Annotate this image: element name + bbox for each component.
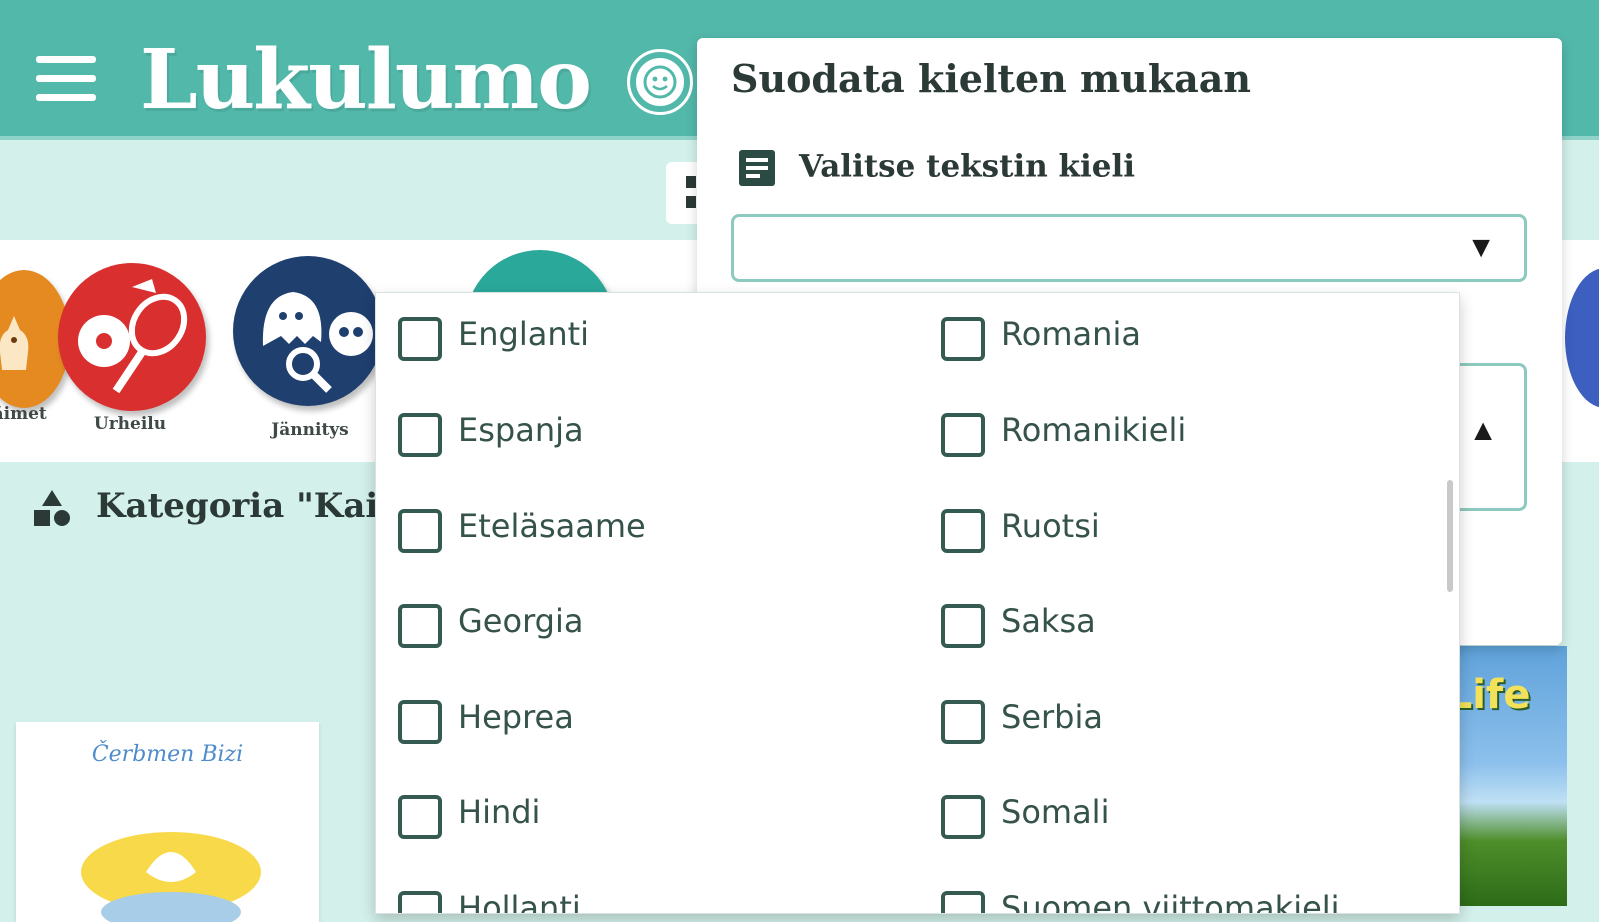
checkbox[interactable]	[398, 317, 442, 361]
checkbox[interactable]	[941, 509, 985, 553]
category-heading: Kategoria "Kai	[30, 486, 378, 528]
document-icon	[739, 150, 775, 186]
checkbox[interactable]	[398, 795, 442, 839]
option-label: Espanja	[458, 411, 584, 449]
category-label: Urheilu	[93, 414, 167, 434]
shapes-icon	[34, 490, 70, 526]
chevron-down-icon: ▼	[1466, 231, 1496, 264]
menu-icon[interactable]	[36, 56, 96, 108]
checkbox[interactable]	[941, 795, 985, 839]
option-label: Somali	[1001, 793, 1110, 831]
book-cover-illustration	[81, 832, 261, 922]
language-options-list[interactable]: Englanti Espanja Eteläsaame Georgia Hepr…	[375, 292, 1460, 914]
option-label: Georgia	[458, 602, 584, 640]
option-label: Saksa	[1001, 602, 1096, 640]
checkbox[interactable]	[398, 891, 442, 913]
checkbox[interactable]	[398, 413, 442, 457]
option-label: Ruotsi	[1001, 507, 1100, 545]
panel-title: Suodata kielten mukaan	[731, 56, 1252, 101]
option-label: Heprea	[458, 698, 574, 736]
category-sports-icon[interactable]	[58, 263, 206, 411]
checkbox[interactable]	[941, 700, 985, 744]
checkbox[interactable]	[398, 604, 442, 648]
checkbox[interactable]	[941, 413, 985, 457]
option-label: Englanti	[458, 315, 590, 353]
category-thriller-icon[interactable]	[233, 256, 383, 406]
option-label: Suomen viittomakieli	[1001, 889, 1340, 914]
checkbox[interactable]	[398, 700, 442, 744]
chevron-up-icon: ▲	[1468, 414, 1498, 447]
checkbox[interactable]	[941, 317, 985, 361]
text-language-label-text: Valitse tekstin kieli	[799, 148, 1136, 185]
site-logo[interactable]: Lukulumo	[140, 32, 592, 128]
category-label: Jännitys	[271, 420, 349, 440]
option-label: Romania	[1001, 315, 1141, 353]
option-label: Romanikieli	[1001, 411, 1187, 449]
option-label: Eteläsaame	[458, 507, 646, 545]
category-label: Eläimet	[0, 404, 47, 424]
option-label: Hollanti	[458, 889, 581, 914]
text-language-label: Valitse tekstin kieli	[737, 148, 1135, 188]
book-card[interactable]: Čerbmen Bizi	[16, 722, 319, 922]
category-heading-text: Kategoria "Kai	[96, 486, 379, 526]
checkbox[interactable]	[941, 891, 985, 913]
option-label: Hindi	[458, 793, 541, 831]
checkbox[interactable]	[941, 604, 985, 648]
option-label: Serbia	[1001, 698, 1103, 736]
book-title: Čerbmen Bizi	[91, 742, 244, 767]
text-language-select[interactable]: ▼	[731, 214, 1527, 282]
mascot-face-icon[interactable]	[627, 49, 693, 115]
dropdown-scrollbar[interactable]	[1447, 480, 1453, 592]
checkbox[interactable]	[398, 509, 442, 553]
